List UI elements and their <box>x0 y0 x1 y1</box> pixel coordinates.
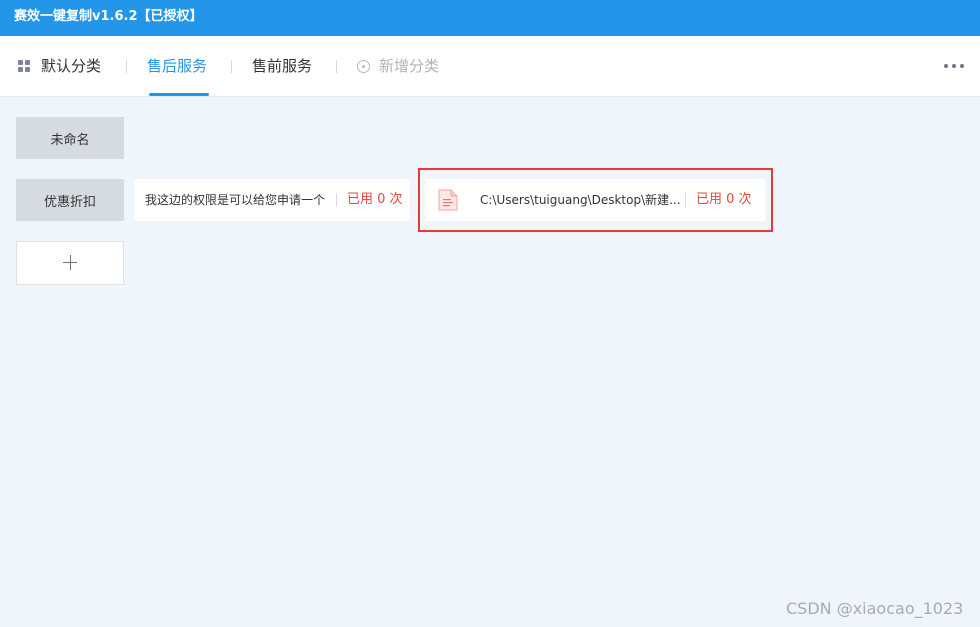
category-button-unnamed[interactable]: 未命名 <box>16 117 124 159</box>
item-separator <box>336 193 337 207</box>
title-bar: 赛效一键复制v1.6.2【已授权】 <box>0 0 980 36</box>
add-category-button[interactable] <box>16 241 124 285</box>
tab-separator <box>231 60 232 73</box>
window-title: 赛效一键复制v1.6.2【已授权】 <box>14 9 203 24</box>
plus-circle-icon <box>357 60 370 73</box>
phrase-item[interactable]: 我这边的权限是可以给您申请一个 已用 0 次 <box>134 179 410 221</box>
tab-default-category[interactable]: 默认分类 <box>41 36 101 96</box>
watermark: CSDN @xiaocao_1023 <box>786 599 964 618</box>
tab-separator <box>336 60 337 73</box>
tab-after-sales[interactable]: 售后服务 <box>147 36 210 96</box>
more-icon[interactable] <box>944 64 966 70</box>
category-button-discount[interactable]: 优惠折扣 <box>16 179 124 221</box>
tab-pre-sales[interactable]: 售前服务 <box>252 36 312 96</box>
usage-count: 已用 0 次 <box>347 192 403 207</box>
highlight-box <box>418 168 773 232</box>
category-tab-bar: 默认分类 售后服务 售前服务 新增分类 <box>0 36 980 97</box>
grid-icon <box>18 60 31 73</box>
tab-add-category[interactable]: 新增分类 <box>379 36 439 96</box>
phrase-text: 我这边的权限是可以给您申请一个 <box>145 193 326 207</box>
tab-separator <box>126 60 127 73</box>
